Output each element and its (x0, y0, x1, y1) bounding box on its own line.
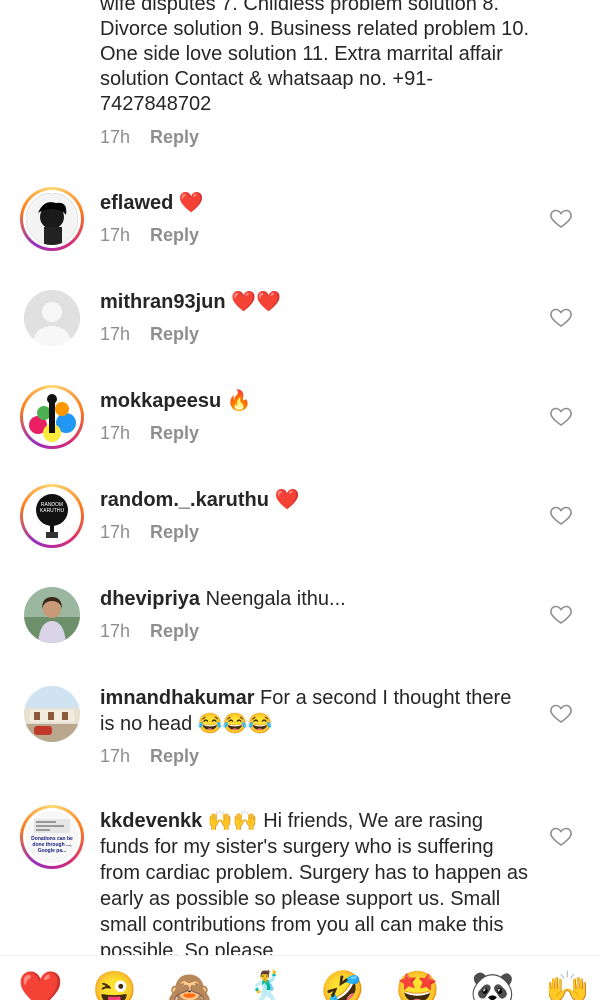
like-heart-icon[interactable] (549, 404, 573, 428)
like-heart-icon[interactable] (549, 824, 573, 848)
comment-body: ❤️ (178, 192, 204, 214)
comment-time: 17h (100, 746, 131, 766)
comment-body: ❤️❤️ (231, 291, 281, 313)
comment-meta: 17h Reply (100, 225, 199, 246)
avatar[interactable] (20, 187, 84, 251)
comment-time: 17h (100, 225, 131, 245)
username-link[interactable]: mokkapeesu (100, 390, 221, 412)
comment-body: 🔥 (226, 390, 252, 412)
like-heart-icon[interactable] (549, 503, 573, 527)
avatar-image (24, 686, 80, 742)
like-heart-icon[interactable] (549, 305, 573, 329)
comment-text: random._.karuthu ❤️ (100, 487, 530, 513)
comment-text: mokkapeesu 🔥 (100, 388, 530, 414)
reply-button[interactable]: Reply (150, 324, 199, 344)
comment-meta: 17h Reply (100, 522, 199, 543)
comment-text: imnandhakumar For a second I thought the… (100, 685, 530, 737)
comment-text: kkdevenkk 🙌🙌 Hi friends, We are rasing f… (100, 808, 530, 955)
panda-emoji-icon[interactable]: 🐼 (470, 970, 515, 1000)
star-struck-emoji-icon[interactable]: 🤩 (395, 970, 440, 1000)
username-link[interactable]: random._.karuthu (100, 489, 269, 511)
reply-button[interactable]: Reply (150, 225, 199, 245)
username-link[interactable]: eflawed (100, 192, 173, 214)
avatar-image (26, 391, 78, 443)
comment-time: 17h (100, 423, 131, 443)
username-link[interactable]: dhevipriya (100, 588, 200, 610)
comment-meta: 17h Reply (100, 127, 199, 148)
avatar[interactable]: Donations can be done through ..., Googl… (20, 805, 84, 869)
avatar-image (26, 490, 78, 542)
red-heart-emoji-icon[interactable]: ❤️ (18, 970, 63, 1000)
avatar-image (24, 587, 80, 643)
comment-text: dhevipriya Neengala ithu... (100, 586, 530, 612)
username-link[interactable]: mithran93jun (100, 291, 226, 313)
reply-button[interactable]: Reply (150, 621, 199, 641)
comment-body: Neengala ithu... (205, 588, 346, 610)
avatar-logo-text: RANDOM KARUTHU (39, 502, 65, 514)
see-no-evil-monkey-emoji-icon[interactable]: 🙈 (167, 970, 212, 1000)
comment-text: mithran93jun ❤️❤️ (100, 289, 530, 315)
avatar-logo-text: Donations can be done through ..., Googl… (31, 836, 73, 854)
reply-button[interactable]: Reply (150, 522, 199, 542)
username-link[interactable]: imnandhakumar (100, 687, 254, 709)
comment-time: 17h (100, 621, 131, 641)
default-avatar-icon (24, 290, 80, 346)
reply-button[interactable]: Reply (150, 746, 199, 766)
comment-text: wife disputes 7. Childless problem solut… (100, 0, 530, 115)
comment-meta: 17h Reply (100, 746, 199, 767)
like-heart-icon[interactable] (549, 206, 573, 230)
username-link[interactable]: kkdevenkk (100, 810, 202, 832)
winking-tongue-emoji-icon[interactable]: 😜 (92, 970, 137, 1000)
emoji-reaction-bar: ❤️ 😜 🙈 🕺 🤣 🤩 🐼 🙌 (0, 955, 600, 1000)
reply-button[interactable]: Reply (150, 423, 199, 443)
comment-meta: 17h Reply (100, 621, 199, 642)
like-heart-icon[interactable] (549, 701, 573, 725)
dancing-man-emoji-icon[interactable]: 🕺 (244, 970, 289, 1000)
avatar[interactable] (20, 583, 84, 647)
reply-button[interactable]: Reply (150, 127, 199, 147)
comment-meta: 17h Reply (100, 324, 199, 345)
comment-time: 17h (100, 127, 131, 147)
comment-body: ❤️ (274, 489, 300, 511)
comment-time: 17h (100, 522, 131, 542)
rolling-laughing-emoji-icon[interactable]: 🤣 (320, 970, 365, 1000)
avatar[interactable] (20, 286, 84, 350)
avatar[interactable] (20, 385, 84, 449)
comments-list: wife disputes 7. Childless problem solut… (0, 0, 600, 955)
like-heart-icon[interactable] (549, 602, 573, 626)
comment-time: 17h (100, 324, 131, 344)
comment-meta: 17h Reply (100, 423, 199, 444)
avatar[interactable]: RANDOM KARUTHU (20, 484, 84, 548)
avatar-image (26, 193, 78, 245)
raising-hands-emoji-icon[interactable]: 🙌 (545, 970, 590, 1000)
comment-text: eflawed ❤️ (100, 190, 530, 216)
avatar[interactable] (20, 682, 84, 746)
